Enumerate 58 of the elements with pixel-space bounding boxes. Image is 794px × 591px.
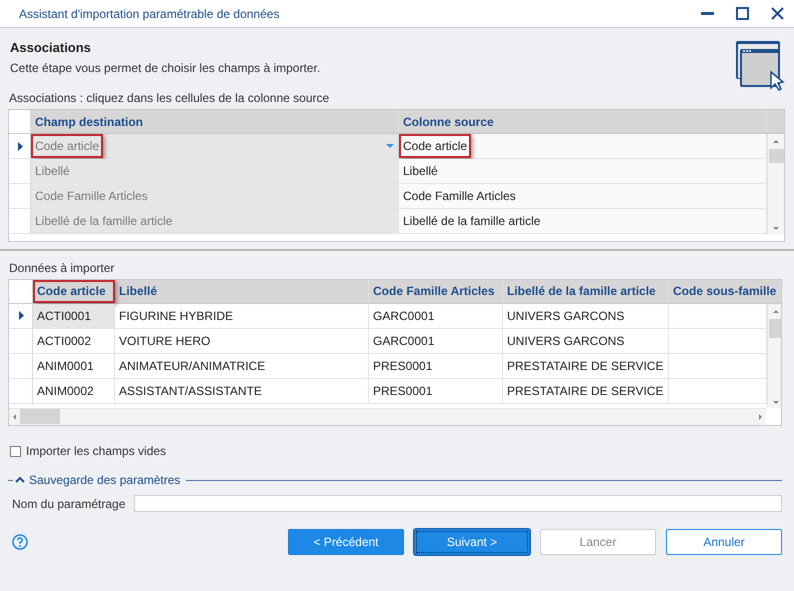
column-header[interactable]: Libellé de la famille article [503,280,669,303]
wizard-button[interactable]: Annuler [666,529,782,555]
field-label: Nom du paramétrage [12,496,126,510]
help-icon[interactable] [12,534,28,550]
table-cell[interactable]: Libellé de la famille article [403,214,540,228]
table-cell: ACTI0002 [33,328,115,353]
table-cell: PRESTATAIRE DE SERVICE [503,378,669,403]
table-cell: FIGURINE HYBRIDE [115,304,369,328]
table-cell[interactable]: Code article [399,134,472,158]
close-icon[interactable] [771,7,784,20]
table-cell: PRES0001 [369,354,503,378]
column-header[interactable]: Code Famille Articles [369,280,503,303]
table-cell[interactable]: Libellé [35,164,70,178]
scrollbar[interactable] [9,408,766,425]
column-header[interactable]: Code article [33,280,115,303]
step-description: Cette étape vous permet de choisir les champs à importer. [10,61,322,75]
scrollbar-thumb[interactable] [20,409,60,424]
current-row-icon [16,142,22,150]
window-title: Assistant d'importation paramétrable de données [19,6,280,20]
maximize-icon[interactable] [736,7,749,20]
table-cell: ANIM0001 [33,354,115,378]
table-cell: PRESTATAIRE DE SERVICE [503,354,669,378]
table-cell: VOITURE HERO [115,328,369,353]
table-cell[interactable]: Code Famille Articles [403,189,516,203]
column-header[interactable]: Code sous-famille [669,280,781,303]
table-cell[interactable]: Libellé de la famille article [35,214,172,228]
table-cell[interactable]: Code article [31,134,104,158]
table-cell: UNIVERS GARCONS [503,304,669,328]
scrollbar-thumb[interactable] [768,318,781,338]
table-cell[interactable]: Libellé [403,164,438,178]
wizard-button[interactable]: Suivant > [414,529,530,555]
table-cell: GARC0001 [369,304,503,328]
checkbox[interactable] [10,446,21,456]
input-field[interactable] [134,495,782,512]
section-label: Données à importer [8,261,116,275]
table-cell[interactable]: Code Famille Articles [35,189,148,203]
section-label: Associations : cliquez dans les cellules de la colonne source [8,91,330,105]
step-title: Associations [10,40,92,55]
column-header[interactable]: Libellé [115,280,369,303]
wizard-button[interactable]: < Précédent [288,529,404,555]
table-cell: ANIMATEUR/ANIMATRICE [115,354,369,378]
current-row-icon [18,311,24,320]
table-cell: ASSISTANT/ASSISTANTE [115,378,369,403]
scrollbar[interactable] [767,134,784,234]
table-cell: PRES0001 [369,378,503,403]
column-header[interactable]: Champ destination [31,110,399,133]
table-cell: ACTI0001 [33,304,115,328]
table-cell: ANIM0002 [33,378,115,403]
caret-icon[interactable] [15,476,25,484]
table-cell: GARC0001 [369,328,503,353]
scrollbar-thumb[interactable] [768,149,784,163]
dropdown-arrow-icon[interactable] [386,144,394,148]
scrollbar[interactable] [767,304,781,408]
column-header[interactable]: Colonne source [399,110,767,133]
checkbox-label[interactable]: Importer les champs vides [26,444,166,458]
table-cell: UNIVERS GARCONS [503,328,669,353]
section-title[interactable]: Sauvegarde des paramètres [29,473,180,487]
window-cursor-icon [735,40,785,92]
